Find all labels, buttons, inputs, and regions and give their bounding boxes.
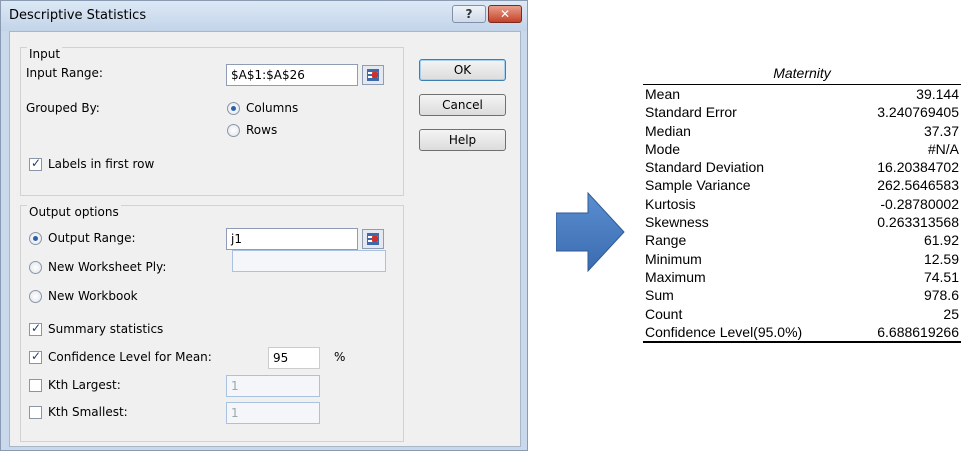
labels-first-row-checkbox[interactable] <box>29 156 42 171</box>
titlebar-help-button[interactable]: ? <box>452 5 486 23</box>
table-row: Mode #N/A <box>643 140 961 158</box>
kth-smallest-field[interactable]: 1 <box>226 402 320 424</box>
summary-statistics-label: Summary statistics <box>48 322 164 336</box>
titlebar-close-button[interactable]: ✕ <box>488 5 522 23</box>
new-workbook-radio[interactable] <box>29 290 42 303</box>
stat-value: 25 <box>943 305 959 322</box>
kth-largest-checkbox[interactable] <box>29 379 42 392</box>
stat-label: Standard Error <box>645 104 737 121</box>
input-group-title: Input <box>27 47 63 61</box>
table-bottom-border <box>643 341 961 344</box>
stat-value: 74.51 <box>923 268 959 285</box>
grouped-by-label: Grouped By: <box>26 101 100 115</box>
help-button[interactable]: Help <box>419 129 506 151</box>
kth-smallest-label: Kth Smallest: <box>48 405 128 419</box>
table-row: Mean 39.144 <box>643 85 961 103</box>
new-workbook-label: New Workbook <box>48 289 138 303</box>
stat-value: 3.240769405 <box>877 104 959 121</box>
stat-value: #N/A <box>927 140 959 157</box>
column-header: Maternity <box>773 65 831 81</box>
cancel-button[interactable]: Cancel <box>419 94 506 116</box>
stat-label: Count <box>645 305 683 322</box>
table-row: Median 37.37 <box>643 122 961 140</box>
stat-label: Sample Variance <box>645 177 751 194</box>
rows-label: Rows <box>246 123 278 137</box>
stat-value: 978.6 <box>923 287 959 304</box>
table-row: Skewness 0.263313568 <box>643 213 961 231</box>
new-worksheet-ply-label: New Worksheet Ply: <box>48 260 167 274</box>
table-row: Confidence Level(95.0%) 6.688619266 <box>643 323 961 341</box>
right-arrow-icon <box>556 191 625 273</box>
table-body: Mean 39.144 Standard Error 3.240769405 Media… <box>643 85 961 341</box>
stat-label: Minimum <box>645 250 702 267</box>
input-range-field[interactable]: $A$1:$A$26 <box>226 64 358 86</box>
confidence-level-field[interactable]: 95 <box>268 347 320 369</box>
output-range-field[interactable]: j1 <box>226 228 358 250</box>
stat-label: Skewness <box>645 214 709 231</box>
stat-label: Median <box>645 122 691 139</box>
stat-label: Confidence Level(95.0%) <box>645 323 803 340</box>
columns-label: Columns <box>246 101 299 115</box>
table-row: Standard Error 3.240769405 <box>643 103 961 121</box>
dialog-body: Input Input Range: $A$1:$A$26 Grouped By… <box>9 31 521 447</box>
table-row: Sum 978.6 <box>643 286 961 304</box>
table-row: Kurtosis -0.28780002 <box>643 195 961 213</box>
stat-label: Kurtosis <box>645 195 696 212</box>
stat-value: -0.28780002 <box>880 195 959 212</box>
dialog-titlebar[interactable]: Descriptive Statistics ? ✕ <box>1 1 527 31</box>
ok-button[interactable]: OK <box>419 59 506 81</box>
table-row: Standard Deviation 16.20384702 <box>643 158 961 176</box>
rows-radio[interactable] <box>227 124 240 137</box>
close-icon: ✕ <box>499 7 511 21</box>
table-row: Maximum 74.51 <box>643 268 961 286</box>
stat-value: 12.59 <box>923 250 959 267</box>
stat-label: Standard Deviation <box>645 159 765 176</box>
stat-value: 262.5646583 <box>877 177 959 194</box>
table-row: Sample Variance 262.5646583 <box>643 176 961 194</box>
stat-label: Sum <box>645 287 674 304</box>
labels-first-row-label: Labels in first row <box>48 157 155 171</box>
kth-smallest-checkbox[interactable] <box>29 406 42 419</box>
output-options-title: Output options <box>27 205 121 219</box>
stat-value: 0.263313568 <box>877 214 959 231</box>
summary-statistics-checkbox[interactable] <box>29 321 42 336</box>
descriptive-statistics-output: Maternity Mean 39.144 Standard Error 3.2407… <box>643 62 961 344</box>
stat-value: 61.92 <box>923 232 959 249</box>
new-worksheet-ply-field[interactable] <box>232 250 386 272</box>
stat-label: Range <box>645 232 687 249</box>
kth-largest-label: Kth Largest: <box>48 378 121 392</box>
stat-value: 16.20384702 <box>877 159 959 176</box>
output-range-label: Output Range: <box>48 231 136 245</box>
stat-label: Maximum <box>645 268 706 285</box>
output-range-radio[interactable] <box>29 232 42 245</box>
stat-value: 39.144 <box>916 86 959 102</box>
input-range-collapse-button[interactable] <box>362 65 384 85</box>
kth-largest-field[interactable]: 1 <box>226 375 320 397</box>
confidence-level-label: Confidence Level for Mean: <box>48 350 212 364</box>
dialog-title: Descriptive Statistics <box>9 8 147 23</box>
new-worksheet-ply-radio[interactable] <box>29 261 42 274</box>
stat-value: 37.37 <box>923 122 959 139</box>
input-range-label: Input Range: <box>26 66 103 80</box>
percent-sign: % <box>334 350 346 364</box>
output-range-collapse-button[interactable] <box>362 229 384 249</box>
question-icon: ? <box>465 7 473 21</box>
table-row: Range 61.92 <box>643 231 961 249</box>
table-row: Minimum 12.59 <box>643 250 961 268</box>
stat-label: Mode <box>645 140 681 157</box>
table-row: Count 25 <box>643 305 961 323</box>
stat-value: 6.688619266 <box>877 323 959 340</box>
table-header: Maternity <box>643 62 961 85</box>
stat-label: Mean <box>645 86 681 102</box>
confidence-level-checkbox[interactable] <box>29 349 42 364</box>
columns-radio[interactable] <box>227 102 240 115</box>
descriptive-statistics-dialog: Descriptive Statistics ? ✕ Input Input R… <box>0 0 528 451</box>
